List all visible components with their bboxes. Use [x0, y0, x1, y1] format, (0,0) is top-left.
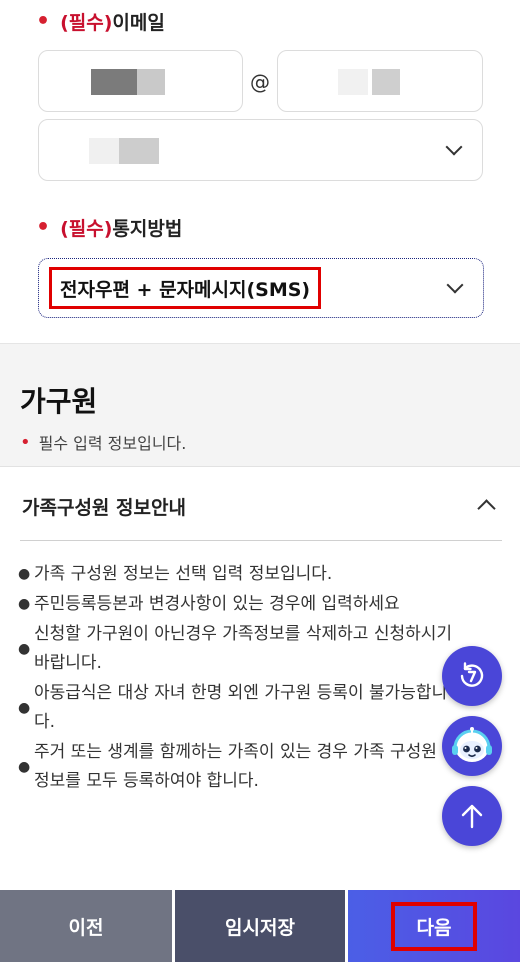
next-button-label: 다음	[390, 901, 478, 951]
redacted-block	[89, 138, 119, 164]
bottom-action-bar: 이전 임시저장 다음	[0, 890, 520, 962]
prev-button[interactable]: 이전	[0, 890, 172, 962]
email-domain-input[interactable]	[277, 50, 483, 112]
chatbot-button[interactable]	[442, 716, 502, 776]
notify-label-text: 통지방법	[112, 218, 183, 240]
redacted-block	[91, 69, 137, 95]
family-info-list: ● 가족 구성원 정보는 선택 입력 정보입니다. ● 주민등록등본과 변경사항이 …	[18, 560, 508, 797]
list-item: ● 가족 구성원 정보는 선택 입력 정보입니다.	[18, 560, 508, 589]
chevron-down-icon	[446, 276, 464, 294]
history-button[interactable]	[442, 646, 502, 706]
bullet-icon: ●	[18, 596, 31, 612]
next-button[interactable]: 다음	[348, 890, 520, 962]
email-label-text: 이메일	[112, 12, 165, 34]
bullet-icon: ●	[18, 640, 31, 657]
household-title: 가구원	[20, 385, 98, 418]
required-dot: •	[36, 8, 51, 34]
notify-method-value: 전자우편 + 문자메시지(SMS)	[49, 267, 322, 309]
list-item: ● 주민등록등본과 변경사항이 있는 경우에 입력하세요	[18, 590, 508, 619]
required-dot: •	[20, 431, 31, 453]
temp-save-button[interactable]: 임시저장	[172, 890, 348, 962]
list-item: ● 주거 또는 생계를 함께하는 가족이 있는 경우 가족 구성원 정보를 모두 …	[18, 742, 437, 791]
family-info-accordion-title[interactable]: 가족구성원 정보안내	[22, 493, 186, 520]
email-id-input[interactable]	[38, 50, 243, 112]
required-marker: (필수)	[60, 12, 113, 34]
required-note-text: 필수 입력 정보입니다.	[38, 434, 187, 453]
list-item: ● 신청할 가구원이 아닌경우 가족정보를 삭제하고 신청하시기 바랍니다.	[18, 624, 453, 673]
divider	[20, 540, 502, 541]
arrow-up-icon	[461, 804, 483, 829]
history-icon	[460, 662, 484, 687]
required-dot: •	[36, 214, 51, 240]
notify-label: • (필수) 통지방법	[36, 214, 182, 241]
bullet-icon: ●	[18, 566, 31, 582]
email-domain-select[interactable]	[38, 119, 483, 181]
chevron-down-icon	[445, 138, 463, 156]
redacted-block	[119, 138, 159, 164]
bullet-icon: ●	[18, 758, 31, 775]
chatbot-icon	[452, 727, 492, 762]
redacted-block	[372, 69, 400, 95]
list-item: ● 아동급식은 대상 자녀 한명 외엔 가구원 등록이 불가능합니 다.	[18, 683, 448, 732]
at-sign: @	[250, 70, 270, 94]
required-marker: (필수)	[60, 218, 113, 240]
household-section: 가구원 • 필수 입력 정보입니다.	[0, 343, 520, 467]
scroll-top-button[interactable]	[442, 786, 502, 846]
bullet-icon: ●	[18, 699, 31, 716]
chevron-up-icon[interactable]	[477, 499, 496, 518]
notify-method-select[interactable]: 전자우편 + 문자메시지(SMS)	[38, 258, 484, 318]
redacted-block	[338, 69, 368, 95]
required-note: • 필수 입력 정보입니다.	[20, 430, 186, 454]
redacted-block	[137, 69, 165, 95]
email-label: • (필수) 이메일	[36, 8, 165, 35]
